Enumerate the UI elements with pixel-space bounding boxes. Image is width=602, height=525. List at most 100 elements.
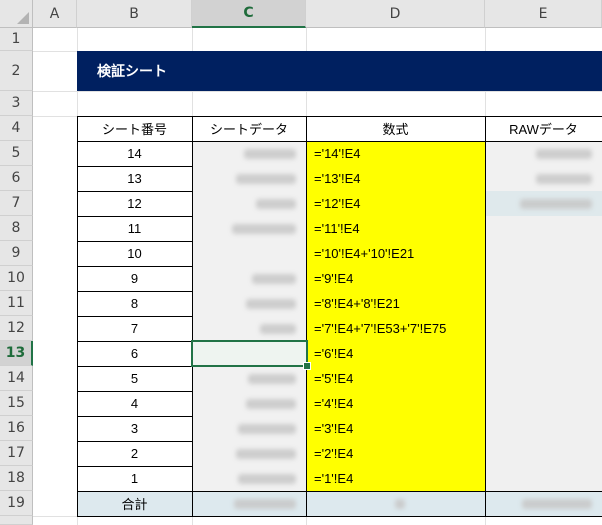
total-sheet-data-redacted[interactable] <box>192 491 306 516</box>
table-border <box>77 241 192 242</box>
column-header-a[interactable]: A <box>33 0 77 28</box>
header-raw-data[interactable]: RAWデータ <box>485 116 602 141</box>
total-formula-redacted[interactable] <box>306 491 485 516</box>
table-border <box>77 266 192 267</box>
sheet-data-cell-redacted[interactable] <box>192 191 306 216</box>
gridline <box>33 91 602 92</box>
formula-cell[interactable]: ='1'!E4 <box>306 466 485 491</box>
total-raw-data-redacted[interactable] <box>485 491 602 516</box>
row-header-7[interactable]: 7 <box>0 191 33 216</box>
row-header-3[interactable]: 3 <box>0 91 33 116</box>
sheet-data-cell-redacted[interactable] <box>192 416 306 441</box>
total-label[interactable]: 合計 <box>77 491 192 516</box>
table-border <box>77 416 192 417</box>
raw-data-cell-redacted[interactable] <box>485 141 602 166</box>
active-cell-selection[interactable] <box>191 340 308 367</box>
table-border <box>77 191 192 192</box>
row-header-9[interactable]: 9 <box>0 241 33 266</box>
table-border <box>306 116 307 517</box>
sheet-data-cell-redacted[interactable] <box>192 266 306 291</box>
formula-cell[interactable]: ='6'!E4 <box>306 341 485 366</box>
row-header-16[interactable]: 16 <box>0 416 33 441</box>
sheet-title-banner[interactable]: 検証シート <box>77 51 602 91</box>
row-header-14[interactable]: 14 <box>0 366 33 391</box>
row-header-10[interactable]: 10 <box>0 266 33 291</box>
formula-cell[interactable]: ='2'!E4 <box>306 441 485 466</box>
raw-data-cell-redacted[interactable] <box>485 166 602 191</box>
formula-cell[interactable]: ='12'!E4 <box>306 191 485 216</box>
sheet-data-cell-redacted[interactable] <box>192 316 306 341</box>
row-header-4[interactable]: 4 <box>0 116 33 141</box>
row-header-2[interactable]: 2 <box>0 51 33 91</box>
column-header-b[interactable]: B <box>77 0 192 28</box>
formula-cell[interactable]: ='11'!E4 <box>306 216 485 241</box>
formula-cell[interactable]: ='13'!E4 <box>306 166 485 191</box>
row-header-19[interactable]: 19 <box>0 491 33 516</box>
header-sheet-data[interactable]: シートデータ <box>192 116 306 141</box>
row-header-17[interactable]: 17 <box>0 441 33 466</box>
header-formula[interactable]: 数式 <box>306 116 485 141</box>
fill-handle[interactable] <box>303 362 311 370</box>
sheet-number-cell[interactable]: 1 <box>77 466 192 491</box>
header-sheet-number[interactable]: シート番号 <box>77 116 192 141</box>
select-all-corner[interactable] <box>0 0 33 28</box>
sheet-number-cell[interactable]: 11 <box>77 216 192 241</box>
sheet-data-cell-redacted[interactable] <box>192 291 306 316</box>
column-header-d[interactable]: D <box>306 0 485 28</box>
row-header-6[interactable]: 6 <box>0 166 33 191</box>
table-border <box>77 316 192 317</box>
row-header-20[interactable]: 20 <box>0 516 33 525</box>
sheet-data-cell-redacted[interactable] <box>192 441 306 466</box>
sheet-number-cell[interactable]: 2 <box>77 441 192 466</box>
formula-cell[interactable]: ='14'!E4 <box>306 141 485 166</box>
row-header-5[interactable]: 5 <box>0 141 33 166</box>
sheet-number-cell[interactable]: 3 <box>77 416 192 441</box>
formula-cell[interactable]: ='7'!E4+'7'!E53+'7'!E75 <box>306 316 485 341</box>
sheet-number-cell[interactable]: 4 <box>77 391 192 416</box>
table-border <box>77 366 192 367</box>
sheet-number-cell[interactable]: 6 <box>77 341 192 366</box>
row-header-8[interactable]: 8 <box>0 216 33 241</box>
table-border <box>77 166 192 167</box>
sheet-data-cell-redacted[interactable] <box>192 366 306 391</box>
sheet-number-cell[interactable]: 12 <box>77 191 192 216</box>
table-border <box>77 516 602 517</box>
sheet-number-cell[interactable]: 10 <box>77 241 192 266</box>
formula-cell[interactable]: ='8'!E4+'8'!E21 <box>306 291 485 316</box>
row-header-11[interactable]: 11 <box>0 291 33 316</box>
sheet-number-cell[interactable]: 8 <box>77 291 192 316</box>
sheet-number-cell[interactable]: 14 <box>77 141 192 166</box>
formula-cell[interactable]: ='4'!E4 <box>306 391 485 416</box>
table-border <box>192 116 193 517</box>
table-border <box>77 116 78 517</box>
spreadsheet: A B C D E 1 2 3 4 5 6 7 8 9 10 11 12 13 … <box>0 0 602 525</box>
formula-cell[interactable]: ='5'!E4 <box>306 366 485 391</box>
row-header-15[interactable]: 15 <box>0 391 33 416</box>
formula-cell[interactable]: ='10'!E4+'10'!E21 <box>306 241 485 266</box>
sheet-number-cell[interactable]: 5 <box>77 366 192 391</box>
table-border <box>77 441 192 442</box>
raw-data-cell-redacted[interactable] <box>485 191 602 216</box>
formula-cell[interactable]: ='3'!E4 <box>306 416 485 441</box>
table-border <box>77 291 192 292</box>
sheet-data-cell-redacted[interactable] <box>192 466 306 491</box>
column-header-e[interactable]: E <box>485 0 602 28</box>
raw-data-cell-empty[interactable] <box>485 216 602 491</box>
row-header-12[interactable]: 12 <box>0 316 33 341</box>
row-header-1[interactable]: 1 <box>0 28 33 51</box>
sheet-number-cell[interactable]: 9 <box>77 266 192 291</box>
sheet-data-cell-redacted[interactable] <box>192 241 306 266</box>
sheet-data-cell-redacted[interactable] <box>192 391 306 416</box>
row-header-13[interactable]: 13 <box>0 341 33 366</box>
sheet-number-cell[interactable]: 7 <box>77 316 192 341</box>
row-header-18[interactable]: 18 <box>0 466 33 491</box>
sheet-data-cell-redacted[interactable] <box>192 216 306 241</box>
column-header-c[interactable]: C <box>192 0 306 28</box>
table-border <box>77 491 602 492</box>
sheet-data-cell-redacted[interactable] <box>192 141 306 166</box>
sheet-number-cell[interactable]: 13 <box>77 166 192 191</box>
table-border <box>77 116 602 117</box>
formula-cell[interactable]: ='9'!E4 <box>306 266 485 291</box>
table-border <box>485 116 486 517</box>
sheet-data-cell-redacted[interactable] <box>192 166 306 191</box>
